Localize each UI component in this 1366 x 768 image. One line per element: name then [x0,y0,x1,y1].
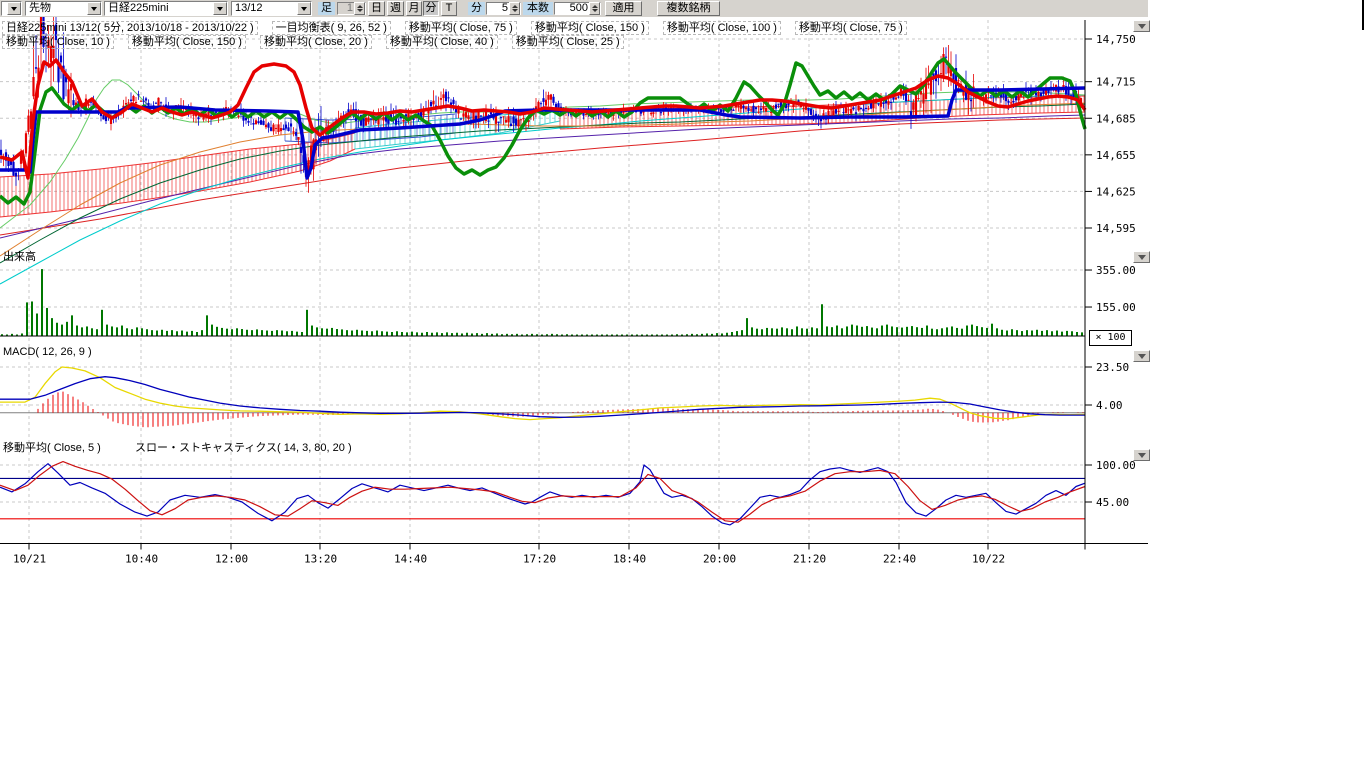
x-tick-label: 20:00 [703,553,736,566]
legend-item: 移動平均( Close, 75 ) [405,21,517,35]
y-tick-label: 14,685 [1096,112,1136,125]
minutes-label: 分 [468,2,485,15]
volume-pane-dropdown-button[interactable] [1133,251,1150,263]
app-window: 14,750 14,715 14,685 14,655 14,625 14,595 355.… [0,0,1366,768]
minutes-value: 5 [487,2,509,15]
chevron-down-icon [1138,255,1146,260]
macd-pane-dropdown-button[interactable] [1133,350,1150,362]
x-tick-label: 17:20 [523,553,556,566]
contract-combo-value: 13/12 [232,2,297,15]
bar-type-label: 足 [318,2,335,15]
category-combo[interactable]: 先物 [25,1,102,16]
spinner-icon[interactable] [589,2,600,15]
x-tick-label: 21:20 [793,553,826,566]
legend-item: 移動平均( Close, 100 ) [663,21,781,35]
bar-count-stepper[interactable]: 500 [554,2,601,15]
bar-count-label: 本数 [523,2,553,15]
contract-combo[interactable]: 13/12 [231,1,312,16]
category-combo-value: 先物 [26,2,87,15]
x-tick-label: 10/21 [13,553,46,566]
tick-button[interactable]: T [441,1,457,16]
daily-button[interactable]: 日 [368,1,385,16]
y-tick-label: 45.00 [1096,496,1129,509]
y-tick-label: 14,595 [1096,222,1136,235]
legend-item: 移動平均( Close, 150 ) [531,21,649,35]
x-tick-label: 13:20 [304,553,337,566]
bar-interval-value: 1 [338,2,354,15]
y-tick-label: 155.00 [1096,301,1136,314]
legend-item: 日経225mini 13/12( 5分, 2013/10/18 - 2013/1… [2,21,258,35]
y-tick-label: 14,715 [1096,76,1136,89]
legend-item: 移動平均( Close, 40 ) [386,35,498,49]
chart-canvas: 14,750 14,715 14,685 14,655 14,625 14,595 355.… [0,0,1366,600]
minutes-stepper[interactable]: 5 [486,2,521,15]
toolbar: 先物 日経225mini 13/12 足 1 日 週 月 分 T 分 5 本数 … [0,0,1148,17]
volume-multiplier-badge: × 100 [1089,330,1132,346]
x-tick-label: 12:00 [215,553,248,566]
chevron-down-icon [1138,453,1146,458]
multi-symbol-button[interactable]: 複数銘柄 [657,1,720,16]
chevron-down-icon [1138,354,1146,359]
x-tick-label: 10/22 [972,553,1005,566]
spinner-icon[interactable] [354,2,365,15]
minute-button[interactable]: 分 [423,1,439,16]
legend-item: 移動平均( Close, 20 ) [260,35,372,49]
legend-item: 一目均衡表( 9, 26, 52 ) [272,21,391,35]
mini-combo[interactable] [1,1,22,16]
y-tick-label: 14,750 [1096,33,1136,46]
macd-pane-label: MACD( 12, 26, 9 ) [3,346,92,358]
weekly-button[interactable]: 週 [387,1,404,16]
chevron-down-icon[interactable] [297,2,311,15]
legend-item: 移動平均( Close, 25 ) [512,35,624,49]
price-pane-legend-row2: 移動平均( Close, 10 ) 移動平均( Close, 150 ) 移動平均(… [2,35,624,49]
price-pane-dropdown-button[interactable] [1133,20,1150,32]
stoch-pane-label: スロー・ストキャスティクス( 14, 3, 80, 20 ) [135,442,352,454]
bar-interval-stepper[interactable]: 1 [337,2,366,15]
chevron-down-icon[interactable] [7,2,21,15]
y-tick-label: 14,625 [1096,185,1136,198]
bar-count-value: 500 [555,2,589,15]
chevron-down-icon[interactable] [213,2,227,15]
y-tick-label: 4.00 [1096,399,1123,412]
x-tick-label: 18:40 [613,553,646,566]
legend-item: 移動平均( Close, 10 ) [2,35,114,49]
stoch-pane-dropdown-button[interactable] [1133,449,1150,461]
apply-button[interactable]: 適用 [605,1,642,16]
x-tick-label: 22:40 [883,553,916,566]
x-tick-label: 10:40 [125,553,158,566]
window-edge-mark [1362,0,1364,30]
chevron-down-icon[interactable] [87,2,101,15]
price-pane-legend-row1: 日経225mini 13/12( 5分, 2013/10/18 - 2013/1… [2,21,907,35]
y-tick-label: 100.00 [1096,459,1136,472]
spinner-icon[interactable] [509,2,520,15]
y-tick-label: 14,655 [1096,149,1136,162]
legend-item: 移動平均( Close, 75 ) [795,21,907,35]
volume-pane-label: 出来高 [3,251,36,263]
legend-item: 移動平均( Close, 150 ) [128,35,246,49]
symbol-combo[interactable]: 日経225mini [104,1,228,16]
y-tick-label: 23.50 [1096,361,1129,374]
chevron-down-icon [1138,24,1146,29]
stoch-ma-label: 移動平均( Close, 5 ) [3,442,101,454]
monthly-button[interactable]: 月 [406,1,422,16]
symbol-combo-value: 日経225mini [105,2,213,15]
y-tick-label: 355.00 [1096,264,1136,277]
x-tick-label: 14:40 [394,553,427,566]
